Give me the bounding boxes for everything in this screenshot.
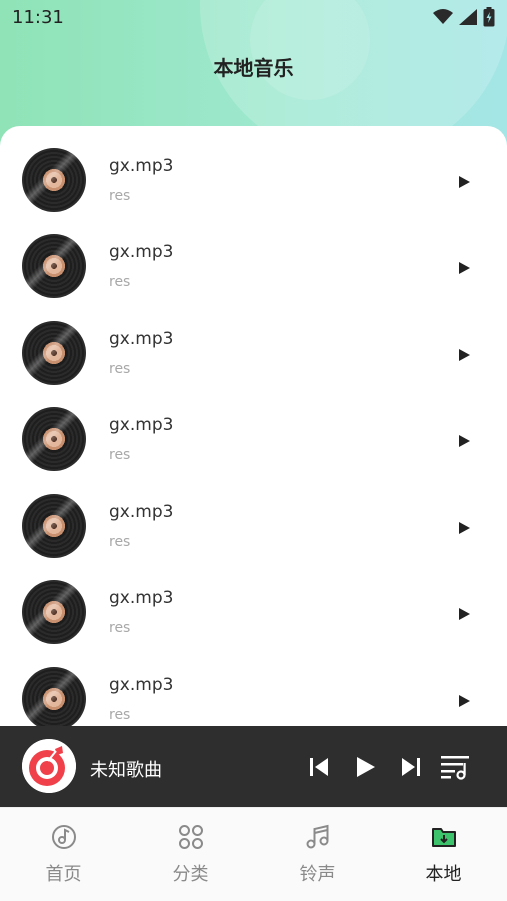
song-item[interactable]: gx.mp3 res	[0, 212, 507, 298]
mini-player[interactable]: 未知歌曲	[0, 726, 507, 807]
play-icon[interactable]	[456, 693, 472, 709]
vinyl-disc-icon	[22, 494, 86, 558]
vinyl-disc-icon	[22, 667, 86, 726]
status-bar: 11:31	[0, 0, 507, 34]
play-icon[interactable]	[456, 260, 472, 276]
tab-category[interactable]: 分类	[127, 808, 254, 901]
song-item[interactable]: gx.mp3 res	[0, 645, 507, 726]
album-cover-icon[interactable]	[22, 739, 76, 793]
local-folder-icon	[431, 828, 456, 847]
song-title: gx.mp3	[109, 156, 174, 176]
next-track-icon[interactable]	[396, 752, 426, 782]
tab-ringtone[interactable]: 铃声	[254, 808, 381, 901]
playlist-icon[interactable]	[440, 752, 470, 782]
page-title: 本地音乐	[213, 56, 294, 80]
now-playing-title: 未知歌曲	[90, 760, 162, 781]
song-item[interactable]: gx.mp3 res	[0, 299, 507, 385]
vinyl-disc-icon	[22, 234, 86, 298]
song-artist: res	[109, 361, 131, 377]
song-title: gx.mp3	[109, 415, 174, 435]
play-icon[interactable]	[456, 606, 472, 622]
wifi-icon	[433, 9, 453, 24]
song-artist: res	[109, 274, 131, 290]
battery-icon	[483, 7, 495, 27]
status-icons	[433, 7, 495, 27]
song-item[interactable]: gx.mp3 res	[0, 472, 507, 558]
tab-home[interactable]: 首页	[0, 808, 127, 901]
song-artist: res	[109, 534, 131, 550]
play-icon[interactable]	[350, 752, 380, 782]
song-title: gx.mp3	[109, 588, 174, 608]
tab-label: 分类	[172, 864, 209, 885]
song-artist: res	[109, 620, 131, 636]
song-artist: res	[109, 188, 131, 204]
song-title: gx.mp3	[109, 675, 174, 695]
vinyl-disc-icon	[22, 580, 86, 644]
song-list[interactable]: gx.mp3 res gx.mp3 res gx.mp3 res gx.mp3 …	[0, 126, 507, 726]
vinyl-disc-icon	[22, 321, 86, 385]
song-title: gx.mp3	[109, 242, 174, 262]
status-time: 11:31	[12, 6, 64, 28]
play-icon[interactable]	[456, 174, 472, 190]
play-icon[interactable]	[456, 433, 472, 449]
song-artist: res	[109, 447, 131, 463]
tab-label: 本地	[425, 864, 462, 885]
tab-local[interactable]: 本地	[380, 808, 507, 901]
category-grid-icon	[178, 825, 203, 849]
ringtone-note-icon	[306, 824, 328, 849]
song-artist: res	[109, 707, 131, 723]
song-item[interactable]: gx.mp3 res	[0, 558, 507, 644]
play-icon[interactable]	[456, 347, 472, 363]
vinyl-disc-icon	[22, 407, 86, 471]
song-item[interactable]: gx.mp3 res	[0, 385, 507, 471]
play-icon[interactable]	[456, 520, 472, 536]
tab-label: 铃声	[299, 864, 336, 885]
cellular-signal-icon	[459, 9, 477, 25]
tab-label: 首页	[45, 864, 82, 885]
previous-track-icon[interactable]	[304, 752, 334, 782]
song-item[interactable]: gx.mp3 res	[0, 126, 507, 212]
music-note-circle-icon	[51, 825, 76, 849]
bottom-tab-bar: 首页 分类 铃声 本地	[0, 807, 507, 901]
song-title: gx.mp3	[109, 329, 174, 349]
song-title: gx.mp3	[109, 502, 174, 522]
vinyl-disc-icon	[22, 148, 86, 212]
